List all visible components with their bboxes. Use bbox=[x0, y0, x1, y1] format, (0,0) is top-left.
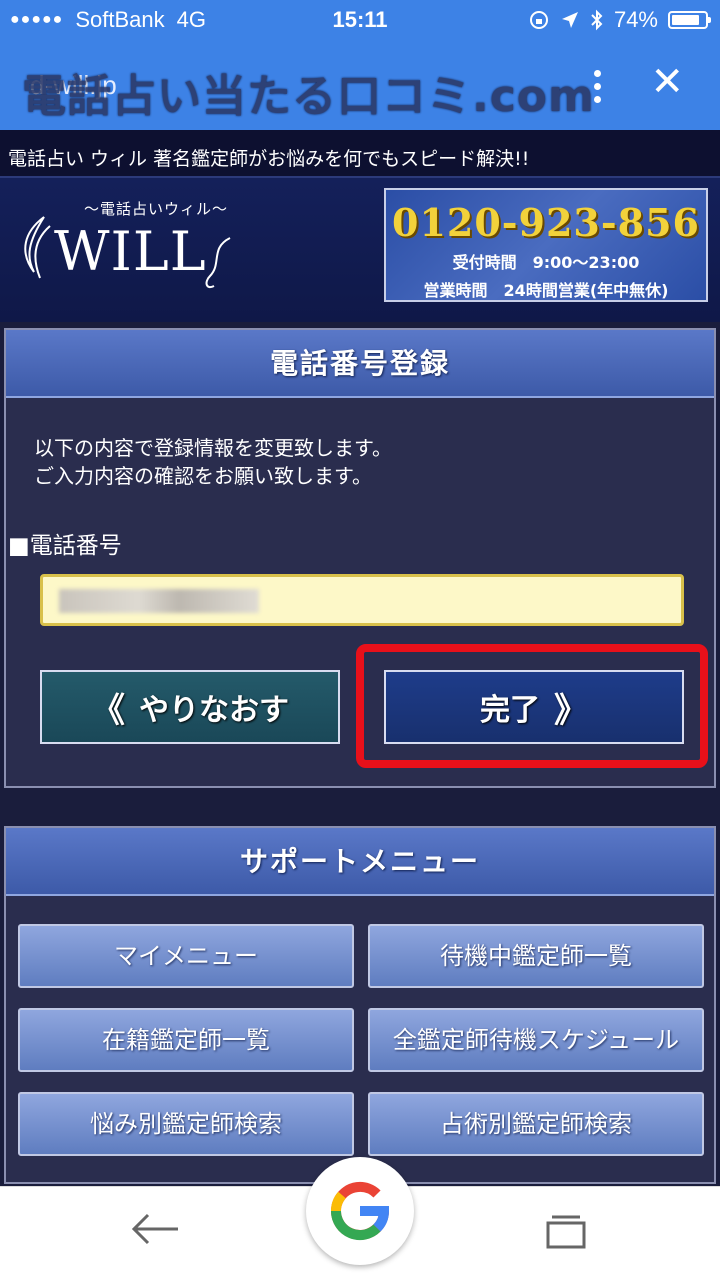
bluetooth-icon bbox=[591, 9, 603, 31]
site-tagline: 電話占い ウィル 著名鑑定師がお悩みを何でもスピード解決!! bbox=[0, 130, 720, 176]
search-by-method-button[interactable]: 占術別鑑定師検索 bbox=[368, 1092, 704, 1156]
phone-number-field[interactable] bbox=[40, 574, 684, 626]
battery-icon bbox=[668, 11, 711, 29]
reception-hours: 受付時間 9:00〜23:00 bbox=[452, 253, 640, 272]
google-button[interactable] bbox=[306, 1157, 414, 1265]
panel-title: 電話番号登録 bbox=[6, 330, 714, 398]
redacted-value bbox=[59, 589, 259, 613]
back-arrow-icon[interactable] bbox=[128, 1207, 182, 1251]
message-line: 以下の内容で登録情報を変更致します。 bbox=[34, 436, 392, 460]
logo-subtitle: 〜電話占いウィル〜 bbox=[84, 200, 229, 218]
close-icon[interactable]: ✕ bbox=[650, 62, 684, 102]
more-menu-icon[interactable] bbox=[594, 70, 602, 109]
schedule-button[interactable]: 全鑑定師待機スケジュール bbox=[368, 1008, 704, 1072]
site-logo[interactable]: 〜電話占いウィル〜 WILL bbox=[14, 194, 244, 304]
bottom-nav-bar bbox=[0, 1157, 720, 1280]
logo-wordmark: WILL bbox=[54, 220, 207, 283]
location-icon bbox=[561, 12, 578, 28]
registered-readers-button[interactable]: 在籍鑑定師一覧 bbox=[18, 1008, 354, 1072]
swirl-icon bbox=[205, 237, 231, 288]
phone-banner[interactable]: 0120-923-856 受付時間 9:00〜23:00 営業時間 24時間営業… bbox=[384, 188, 708, 302]
tabs-icon[interactable] bbox=[544, 1211, 588, 1249]
highlight-box bbox=[356, 644, 708, 768]
google-logo-icon bbox=[330, 1181, 390, 1241]
message-line: ご入力内容の確認をお願い致します。 bbox=[34, 464, 372, 488]
panel-title: サポートメニュー bbox=[6, 828, 714, 896]
waiting-readers-button[interactable]: 待機中鑑定師一覧 bbox=[368, 924, 704, 988]
search-by-worry-button[interactable]: 悩み別鑑定師検索 bbox=[18, 1092, 354, 1156]
rotation-lock-icon bbox=[529, 11, 548, 29]
watermark-title: 電話占い当たる口コミ.com bbox=[22, 71, 595, 122]
support-menu-panel: サポートメニュー マイメニュー 待機中鑑定師一覧 在籍鑑定師一覧 全鑑定師待機ス… bbox=[4, 826, 716, 1184]
site-header: 〜電話占いウィル〜 WILL 0120-923-856 受付時間 9:00〜23… bbox=[0, 176, 720, 322]
battery-percent: 74% bbox=[613, 7, 658, 32]
confirmation-message: 以下の内容で登録情報を変更致します。 ご入力内容の確認をお願い致します。 bbox=[34, 434, 392, 490]
chevron-left-icon: 《 bbox=[91, 690, 125, 731]
phone-number: 0120-923-856 bbox=[392, 200, 700, 245]
browser-url-bar: d-will.jp 電話占い当たる口コミ.com ✕ bbox=[0, 40, 720, 130]
phone-field-label: ■電話番号 bbox=[8, 533, 122, 559]
redo-label: やりなおす bbox=[139, 693, 289, 728]
business-hours: 営業時間 24時間営業(年中無休) bbox=[423, 281, 669, 300]
my-menu-button[interactable]: マイメニュー bbox=[18, 924, 354, 988]
status-bar: ●●●●● SoftBank 4G 15:11 74% bbox=[0, 0, 720, 40]
redo-button[interactable]: 《 やりなおす bbox=[40, 670, 340, 744]
